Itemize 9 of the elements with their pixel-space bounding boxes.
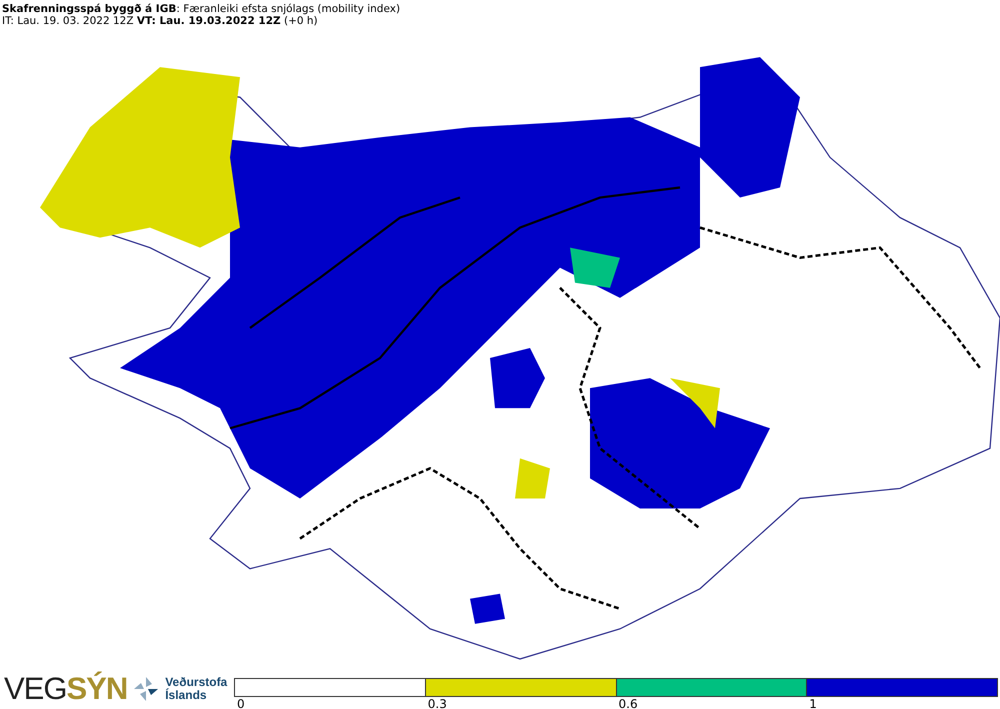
star-logo-icon	[133, 676, 160, 702]
vegsyn-logo: VEGSÝN	[4, 673, 128, 705]
map-title: Skafrenningsspá byggð á IGB: Færanleiki efsta snjólags (mobility index)	[2, 3, 402, 15]
legend-label: 0	[236, 697, 245, 709]
legend-label: 0.3	[426, 697, 447, 709]
legend-label: 1	[808, 697, 817, 709]
vedurstofa-logo-text: Veðurstofa Íslands	[165, 676, 228, 702]
legend-label: 0.6	[618, 697, 638, 709]
forecast-times: IT: Lau. 19. 03. 2022 12Z VT: Lau. 19.03.2022 12Z (+0 h)	[2, 15, 319, 27]
